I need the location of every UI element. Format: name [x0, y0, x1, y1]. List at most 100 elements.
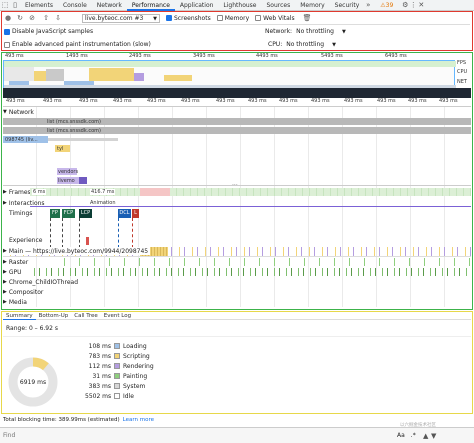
web-vitals-label: Web Vitals [263, 14, 295, 22]
tab-bottom-up[interactable]: Bottom-Up [36, 312, 72, 320]
find-prev-icon[interactable]: ▲ [422, 432, 430, 440]
media-track-title: Media [8, 298, 27, 306]
clear-icon[interactable]: ⊘ [28, 14, 36, 22]
dcl-marker[interactable]: DCL [118, 209, 131, 218]
timings-track-title: Timings [9, 210, 33, 217]
frames-track-title: Frames [8, 188, 31, 196]
recording-select[interactable]: live.byteoc.com #3 ▼ [82, 13, 160, 23]
frames-track-header[interactable]: ▶ Frames [3, 188, 31, 196]
compositor-track-header[interactable]: ▶ Compositor [3, 288, 43, 296]
recording-select-value: live.byteoc.com #3 [85, 14, 144, 22]
gpu-track-header[interactable]: ▶ GPU [3, 268, 22, 276]
tab-console[interactable]: Console [58, 0, 92, 11]
memory-checkbox[interactable] [216, 15, 223, 21]
legend-label: Rendering [123, 362, 154, 370]
gpu-activity[interactable] [28, 268, 471, 276]
find-bar: Aa .* ▲ ▼ [0, 427, 474, 443]
tab-event-log[interactable]: Event Log [101, 312, 134, 320]
child-io-track-header[interactable]: ▶ Chrome_ChildIOThread [3, 278, 78, 286]
main-track-header[interactable]: ▶ Main — https://live.byteoc.com/9944/20… [3, 247, 151, 255]
legend-label: Loading [123, 342, 147, 350]
tab-performance[interactable]: Performance [126, 0, 175, 11]
fp-marker[interactable]: FP [50, 209, 60, 218]
ruler-tick: 493 ms [311, 98, 330, 104]
overview-graph[interactable] [3, 60, 456, 88]
timeline-grid [3, 107, 471, 307]
learn-more-link[interactable]: Learn more [123, 417, 154, 423]
close-devtools-icon[interactable]: ✕ [417, 1, 425, 9]
cpu-throttle-select[interactable]: No throttling [286, 41, 324, 48]
legend-row: 112 ms Rendering [85, 361, 205, 371]
raster-activity[interactable] [50, 258, 471, 266]
regex-button[interactable]: .* [411, 432, 416, 439]
network-request-bar[interactable] [79, 177, 87, 184]
load-marker[interactable]: L [132, 209, 139, 218]
timeline-ruler: 493 ms 493 ms 493 ms 493 ms 493 ms 493 m… [3, 98, 471, 107]
ruler-tick: 493 ms [248, 98, 267, 104]
child-io-track-title: Chrome_ChildIOThread [8, 278, 78, 286]
adv-paint-checkbox[interactable] [4, 41, 10, 48]
ruler-tick: 493 ms [216, 98, 235, 104]
screenshots-checkbox[interactable] [166, 15, 172, 21]
trash-icon[interactable]: 🗑 [303, 14, 312, 22]
network-throttle-label: Network: [265, 28, 293, 35]
network-track-header[interactable]: ▼ Network [3, 108, 34, 116]
summary-donut-chart: 6919 ms [8, 357, 58, 407]
kebab-menu-icon[interactable]: ⋮ [409, 1, 417, 9]
ruler-tick: 493 ms [344, 98, 363, 104]
network-request-label: list (mcs.snssdk.com) [47, 128, 101, 134]
cpu-graph-segment [34, 71, 46, 81]
tab-sources[interactable]: Sources [262, 0, 296, 11]
ruler-tick: 493 ms [43, 98, 62, 104]
ruler-tick: 493 ms [377, 98, 396, 104]
match-case-button[interactable]: Aa [397, 432, 405, 439]
network-request-wait [48, 138, 118, 141]
find-next-icon[interactable]: ▼ [430, 432, 438, 440]
screenshots-label: Screenshots [174, 14, 211, 22]
media-track-header[interactable]: ▶ Media [3, 298, 27, 306]
chevron-right-icon: ▶ [3, 259, 7, 265]
reload-record-icon[interactable]: ↻ [16, 14, 24, 22]
fcp-marker[interactable]: FCP [62, 209, 75, 218]
tab-call-tree[interactable]: Call Tree [71, 312, 100, 320]
network-request-label: tyl [57, 146, 64, 152]
download-icon[interactable]: ⇩ [54, 14, 62, 22]
legend-ms: 783 ms [88, 352, 111, 360]
legend-row: 108 ms Loading [85, 341, 205, 351]
overview-tick: 6493 ms [385, 53, 407, 59]
disable-js-checkbox[interactable] [4, 28, 10, 35]
chevron-right-icon: ▶ [3, 269, 7, 275]
legend-label: Painting [123, 372, 148, 380]
tab-summary[interactable]: Summary [3, 312, 36, 320]
upload-icon[interactable]: ⇧ [42, 14, 50, 22]
toolbar-row: ● ↻ ⊘ ⇧ ⇩ live.byteoc.com #3 ▼ Screensho… [4, 13, 470, 23]
raster-track-header[interactable]: ▶ Raster [3, 258, 28, 266]
find-input[interactable] [3, 430, 393, 441]
settings-gear-icon[interactable]: ⚙ [401, 1, 409, 9]
legend-ms: 112 ms [88, 362, 111, 370]
dcl-guide [118, 218, 119, 248]
details-panel [1, 311, 473, 414]
tab-memory[interactable]: Memory [295, 0, 329, 11]
layout-shift-marker[interactable] [86, 237, 89, 245]
disable-js-label: Disable JavaScript samples [12, 28, 94, 35]
tab-application[interactable]: Application [175, 0, 219, 11]
tab-network[interactable]: Network [92, 0, 127, 11]
overview-tick: 1493 ms [66, 53, 88, 59]
device-icon[interactable]: ▯ [10, 1, 20, 9]
web-vitals-checkbox[interactable] [255, 15, 262, 21]
tab-elements[interactable]: Elements [20, 0, 58, 11]
chevron-down-icon: ▼ [153, 15, 157, 22]
overview-tick: 3493 ms [193, 53, 215, 59]
network-throttle-select[interactable]: No throttling [296, 28, 334, 35]
interactions-line [30, 206, 471, 207]
inspect-icon[interactable]: ⬚ [0, 1, 10, 9]
tab-lighthouse[interactable]: Lighthouse [218, 0, 261, 11]
record-icon[interactable]: ● [4, 14, 12, 22]
main-track-title: Main — https://live.byteoc.com/9944/2098… [8, 247, 149, 255]
lcp-marker[interactable]: LCP [79, 209, 92, 218]
tab-security[interactable]: Security [330, 0, 365, 11]
more-tabs-icon[interactable]: » [364, 1, 372, 9]
fcp-guide [62, 218, 63, 248]
screenshots-filmstrip[interactable] [3, 88, 471, 98]
